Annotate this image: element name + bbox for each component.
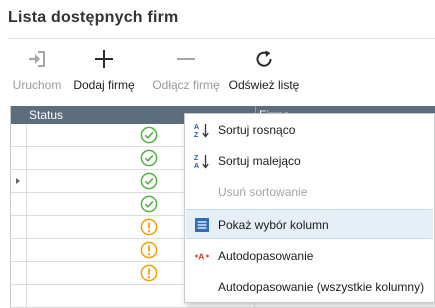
plus-icon <box>68 48 140 72</box>
svg-text:A: A <box>198 252 204 262</box>
row-indicator[interactable] <box>11 170 27 193</box>
sort-descending-icon: Z A <box>194 155 209 169</box>
menu-item-label: Sortuj rosnąco <box>218 123 296 137</box>
login-arrow-icon <box>10 48 64 72</box>
column-chooser-icon <box>195 218 209 232</box>
menu-item-label: Autodopasowanie (wszystkie kolumny) <box>218 280 425 294</box>
menu-item-label: Usuń sortowanie <box>218 185 308 199</box>
start-button[interactable]: Uruchom <box>10 46 64 100</box>
svg-text:A: A <box>194 124 199 131</box>
add-company-button[interactable]: Dodaj firmę <box>68 46 140 100</box>
row-indicator[interactable] <box>11 285 27 308</box>
row-indicator[interactable] <box>11 216 27 239</box>
row-indicator[interactable] <box>11 262 27 285</box>
column-header-status[interactable]: Status <box>29 108 63 122</box>
refresh-list-button[interactable]: Odśwież listę <box>227 46 301 100</box>
column-context-menu: A Z Sortuj rosnąco Z A Sortuj malejąco U… <box>184 113 435 303</box>
start-label: Uruchom <box>12 78 62 92</box>
row-indicator[interactable] <box>11 124 27 147</box>
menu-item-autofit-all-columns[interactable]: Autodopasowanie (wszystkie kolumny) <box>186 272 433 302</box>
sort-ascending-icon: A Z <box>194 124 209 138</box>
menu-item-column-chooser[interactable]: Pokaż wybór kolumn <box>186 209 433 239</box>
svg-text:Z: Z <box>194 132 199 138</box>
title-divider <box>8 38 435 39</box>
check-circle-icon <box>140 195 158 213</box>
menu-item-label: Pokaż wybór kolumn <box>218 218 329 232</box>
minus-icon <box>149 48 223 72</box>
menu-item-label: Sortuj malejąco <box>218 154 301 168</box>
menu-item-sort-ascending[interactable]: A Z Sortuj rosnąco <box>186 115 433 145</box>
exclamation-circle-icon <box>140 241 158 259</box>
check-circle-icon <box>140 126 158 144</box>
exclamation-circle-icon <box>140 218 158 236</box>
check-circle-icon <box>140 172 158 190</box>
row-indicator[interactable] <box>11 193 27 216</box>
check-circle-icon <box>140 149 158 167</box>
refresh-list-label: Odśwież listę <box>228 78 300 92</box>
svg-text:A: A <box>194 163 199 169</box>
menu-item-sort-descending[interactable]: Z A Sortuj malejąco <box>186 146 433 176</box>
current-row-arrow-icon <box>16 178 20 184</box>
row-indicator[interactable] <box>11 147 27 170</box>
page-title: Lista dostępnych firm <box>8 9 179 26</box>
exclamation-circle-icon <box>140 264 158 282</box>
detach-company-label: Odłącz firmę <box>152 78 220 92</box>
refresh-icon <box>227 48 301 72</box>
detach-company-button[interactable]: Odłącz firmę <box>149 46 223 100</box>
svg-text:Z: Z <box>194 155 199 162</box>
menu-item-autofit[interactable]: A Autodopasowanie <box>186 241 433 271</box>
add-company-label: Dodaj firmę <box>73 78 135 92</box>
row-indicator[interactable] <box>11 239 27 262</box>
menu-item-label: Autodopasowanie <box>218 249 314 263</box>
autofit-icon: A <box>194 252 210 262</box>
menu-item-clear-sorting[interactable]: Usuń sortowanie <box>186 177 433 207</box>
